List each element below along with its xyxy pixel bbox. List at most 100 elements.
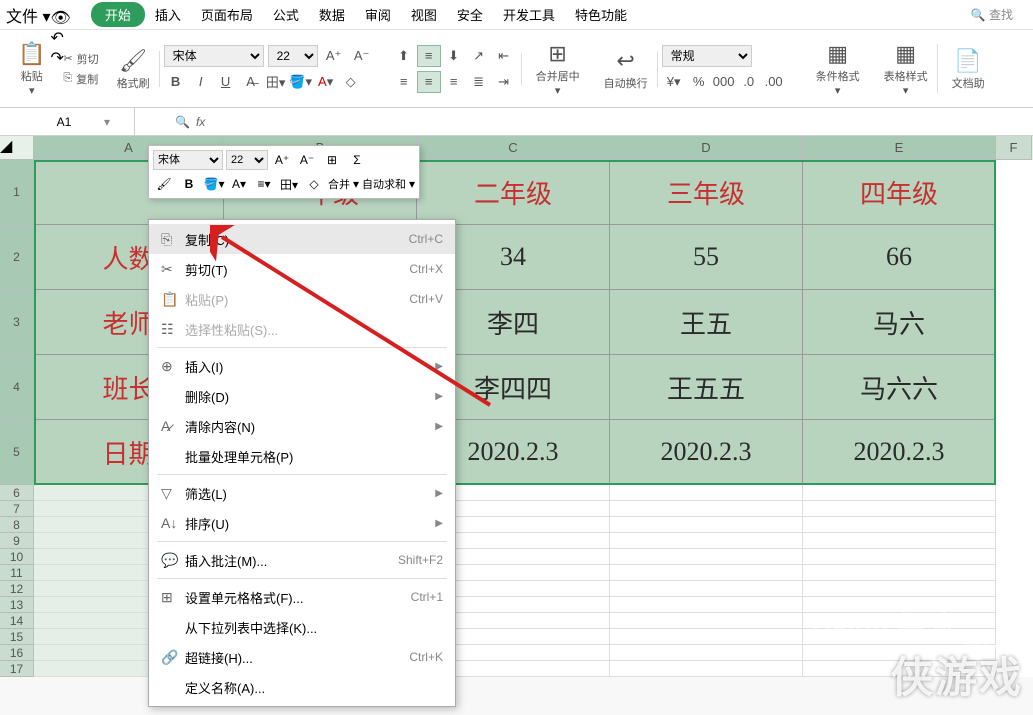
ctx-hyperlink[interactable]: 🔗 超链接(H)... Ctrl+K [149, 642, 455, 672]
row-header[interactable]: 15 [0, 629, 34, 645]
row-header[interactable]: 10 [0, 549, 34, 565]
conditional-format-button[interactable]: ▦ 条件格式▾ [812, 36, 864, 101]
cell-e3[interactable]: 马六 [803, 290, 996, 355]
fill-color-button[interactable]: 🪣▾ [289, 71, 313, 93]
auto-wrap-button[interactable]: ↩ 自动换行 [600, 43, 652, 95]
col-header-c[interactable]: C [417, 136, 610, 160]
row-header-1[interactable]: 1 [0, 160, 34, 225]
number-format-select[interactable]: 常规 [662, 45, 752, 67]
row-header[interactable]: 8 [0, 517, 34, 533]
cell-c1[interactable]: 二年级 [417, 160, 610, 225]
table-style-button[interactable]: ▦ 表格样式▾ [880, 36, 932, 101]
justify-icon[interactable]: ≣ [467, 71, 491, 93]
row-header-3[interactable]: 3 [0, 290, 34, 355]
ctx-format-cells[interactable]: ⊞ 设置单元格格式(F)... Ctrl+1 [149, 582, 455, 612]
name-box[interactable]: ▾ [0, 108, 135, 135]
mini-font-color-icon[interactable]: A▾ [228, 174, 250, 194]
row-header[interactable]: 14 [0, 613, 34, 629]
currency-icon[interactable]: ¥▾ [662, 71, 686, 93]
mini-fill-icon[interactable]: 🪣▾ [203, 174, 225, 194]
clear-format-button[interactable]: ◇ [339, 71, 363, 93]
doc-helper-button[interactable]: 📄 文档助 [948, 43, 989, 95]
cell-d1[interactable]: 三年级 [610, 160, 803, 225]
row-header-2[interactable]: 2 [0, 225, 34, 290]
ctx-define-name[interactable]: 定义名称(A)... [149, 672, 455, 702]
ctx-copy[interactable]: ⎘ 复制(C) Ctrl+C [149, 224, 455, 254]
align-bottom-icon[interactable]: ⬇ [442, 45, 466, 67]
cell-d5[interactable]: 2020.2.3 [610, 420, 803, 485]
tab-view[interactable]: 视图 [401, 1, 447, 28]
border-button[interactable]: 田▾ [264, 71, 288, 93]
tab-review[interactable]: 审阅 [355, 1, 401, 28]
ctx-paste-special[interactable]: ☷ 选择性粘贴(S)... [149, 314, 455, 344]
percent-icon[interactable]: % [687, 71, 711, 93]
preview-icon[interactable]: 👁 [51, 8, 71, 28]
row-header-5[interactable]: 5 [0, 420, 34, 485]
ctx-batch[interactable]: 批量处理单元格(P) [149, 441, 455, 471]
col-header-e[interactable]: E [803, 136, 996, 160]
increase-font-icon[interactable]: A⁺ [322, 45, 346, 67]
file-menu[interactable]: 文件 ▾ [6, 3, 51, 27]
font-name-select[interactable]: 宋体 [164, 45, 264, 67]
tab-formula[interactable]: 公式 [263, 1, 309, 28]
row-header[interactable]: 6 [0, 485, 34, 501]
ctx-sort[interactable]: A↓ 排序(U) ▶ [149, 508, 455, 538]
cell-d2[interactable]: 55 [610, 225, 803, 290]
mini-format-painter-icon[interactable]: 🖌 [153, 174, 175, 194]
font-size-select[interactable]: 22 [268, 45, 318, 67]
mini-merge-label[interactable]: 合并 [328, 176, 350, 192]
paste-button[interactable]: 📋 粘贴▾ [14, 36, 49, 101]
mini-bold-icon[interactable]: B [178, 174, 200, 194]
tab-insert[interactable]: 插入 [145, 1, 191, 28]
row-header-4[interactable]: 4 [0, 355, 34, 420]
tab-security[interactable]: 安全 [447, 1, 493, 28]
row-header[interactable]: 17 [0, 661, 34, 677]
tab-special[interactable]: 特色功能 [565, 1, 637, 28]
bold-button[interactable]: B [164, 71, 188, 93]
cell-e4[interactable]: 马六六 [803, 355, 996, 420]
orientation-icon[interactable]: ↗ [467, 45, 491, 67]
ctx-comment[interactable]: 💬 插入批注(M)... Shift+F2 [149, 545, 455, 575]
align-middle-icon[interactable]: ≡ [417, 45, 441, 67]
tab-layout[interactable]: 页面布局 [191, 1, 263, 28]
mini-increase-font-icon[interactable]: A⁺ [271, 150, 293, 170]
row-header[interactable]: 16 [0, 645, 34, 661]
mini-font-select[interactable]: 宋体 [153, 150, 223, 170]
align-center-icon[interactable]: ≡ [417, 71, 441, 93]
cell-d4[interactable]: 王五五 [610, 355, 803, 420]
increase-decimal-icon[interactable]: .00 [762, 71, 786, 93]
cell-d3[interactable]: 王五 [610, 290, 803, 355]
mini-merge-icon[interactable]: ⊞ [321, 150, 343, 170]
mini-shape-icon[interactable]: ◇ [303, 174, 325, 194]
ctx-dropdown[interactable]: 从下拉列表中选择(K)... [149, 612, 455, 642]
col-header-f[interactable]: F [996, 136, 1032, 160]
indent-left-icon[interactable]: ⇤ [492, 45, 516, 67]
col-header-d[interactable]: D [610, 136, 803, 160]
tab-start[interactable]: 开始 [91, 2, 145, 27]
cell-e1[interactable]: 四年级 [803, 160, 996, 225]
decrease-font-icon[interactable]: A⁻ [350, 45, 374, 67]
indent-right-icon[interactable]: ⇥ [492, 71, 516, 93]
row-header[interactable]: 13 [0, 597, 34, 613]
fx-label[interactable]: fx [196, 115, 205, 129]
cut-button[interactable]: ✂ 剪切 [59, 50, 102, 68]
font-color-button[interactable]: A▾ [314, 71, 338, 93]
ctx-clear[interactable]: A̷ 清除内容(N) ▶ [149, 411, 455, 441]
row-header[interactable]: 12 [0, 581, 34, 597]
tab-dev[interactable]: 开发工具 [493, 1, 565, 28]
comma-icon[interactable]: 000 [712, 71, 736, 93]
ctx-delete[interactable]: 删除(D) ▶ [149, 381, 455, 411]
ctx-cut[interactable]: ✂ 剪切(T) Ctrl+X [149, 254, 455, 284]
mini-decrease-font-icon[interactable]: A⁻ [296, 150, 318, 170]
format-painter-button[interactable]: 🖌 格式刷 [113, 43, 154, 95]
print-icon[interactable]: 🖶 [51, 0, 71, 8]
ctx-paste[interactable]: 📋 粘贴(P) Ctrl+V [149, 284, 455, 314]
row-header[interactable]: 11 [0, 565, 34, 581]
align-left-icon[interactable]: ≡ [392, 71, 416, 93]
mini-size-select[interactable]: 22 [226, 150, 268, 170]
search-box[interactable]: 🔍 查找 [971, 6, 1013, 23]
underline-button[interactable]: U [214, 71, 238, 93]
mini-align-icon[interactable]: ≡▾ [253, 174, 275, 194]
cell-e2[interactable]: 66 [803, 225, 996, 290]
align-top-icon[interactable]: ⬆ [392, 45, 416, 67]
